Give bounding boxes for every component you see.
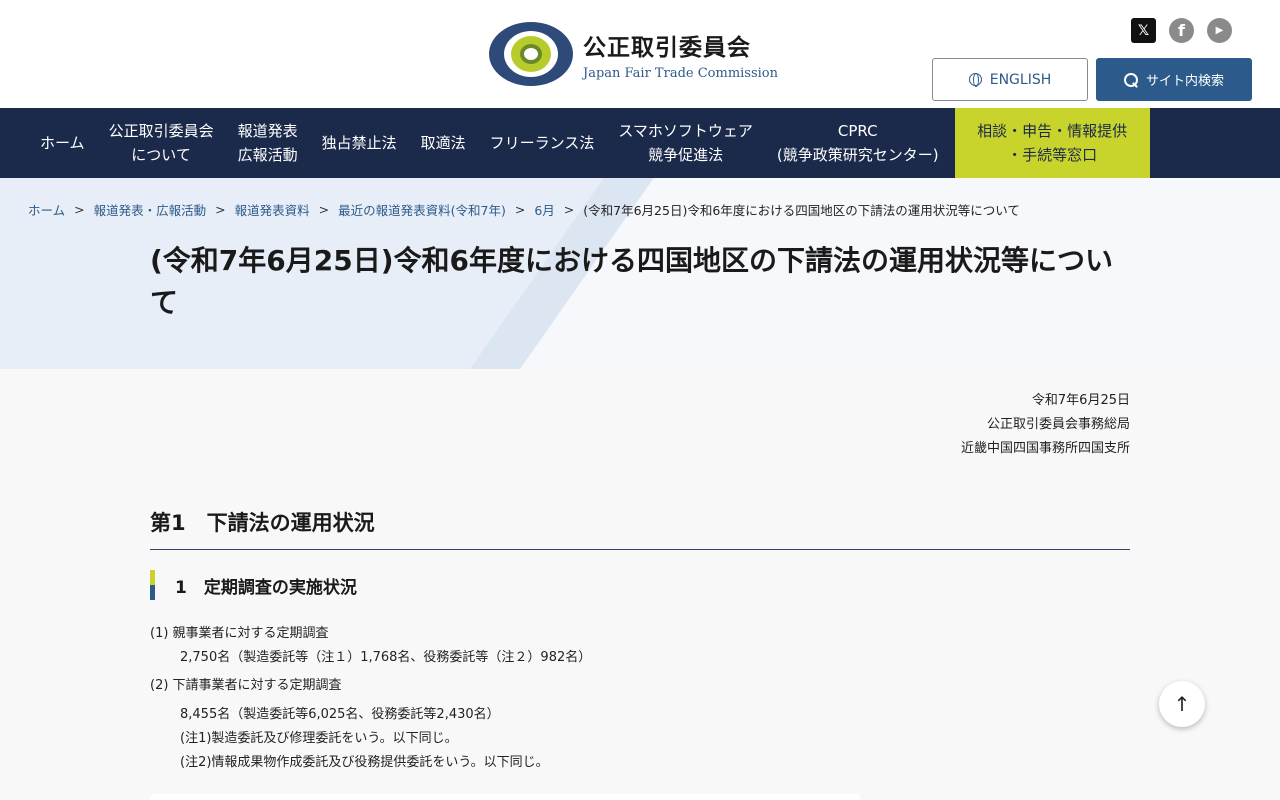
nav-item-torihiki[interactable]: 取適法 xyxy=(409,108,478,178)
paragraph-sub-survey: (2) 下請事業者に対する定期調査 8,455名（製造委託等6,025名、役務委… xyxy=(150,674,549,775)
site-logo[interactable]: 公正取引委員会 Japan Fair Trade Commission xyxy=(489,22,778,86)
nav-item-about[interactable]: 公正取引委員会 について xyxy=(97,108,226,178)
x-icon[interactable]: 𝕏 xyxy=(1131,18,1156,43)
breadcrumb: ホーム > 報道発表・広報活動 > 報道発表資料 > 最近の報道発表資料(令和7… xyxy=(28,200,1020,219)
para-body: 8,455名（製造委託等6,025名、役務委託等2,430名） xyxy=(180,707,500,722)
para-title: (1) 親事業者に対する定期調査 xyxy=(150,626,329,641)
youtube-icon[interactable]: ▶ xyxy=(1207,18,1232,43)
site-search-button[interactable]: サイト内検索 xyxy=(1096,58,1252,101)
main-content: 令和7年6月25日 公正取引委員会事務総局 近畿中国四国事務所四国支所 第1 下… xyxy=(0,369,1280,800)
site-header: 公正取引委員会 Japan Fair Trade Commission 𝕏 f … xyxy=(0,0,1280,108)
doc-office: 近畿中国四国事務所四国支所 xyxy=(960,441,1130,456)
doc-org: 公正取引委員会事務総局 xyxy=(986,417,1130,432)
logo-title-ja: 公正取引委員会 xyxy=(583,34,751,61)
heading-accent-bar xyxy=(150,570,155,600)
nav-item-smartphone[interactable]: スマホソフトウェア 競争促進法 xyxy=(606,108,765,178)
document-meta: 令和7年6月25日 公正取引委員会事務総局 近畿中国四国事務所四国支所 xyxy=(961,389,1130,461)
globe-icon xyxy=(968,73,982,87)
global-nav: ホーム 公正取引委員会 について 報道発表 広報活動 独占禁止法 取適法 フリー… xyxy=(0,108,1280,178)
jftc-emblem-icon xyxy=(489,22,573,86)
nav-item-press[interactable]: 報道発表 広報活動 xyxy=(226,108,310,178)
search-icon xyxy=(1123,72,1138,87)
breadcrumb-link[interactable]: 報道発表・広報活動 xyxy=(94,200,207,219)
nav-item-antimonopoly[interactable]: 独占禁止法 xyxy=(310,108,409,178)
breadcrumb-link[interactable]: 最近の報道発表資料(令和7年) xyxy=(338,200,506,219)
breadcrumb-link[interactable]: 6月 xyxy=(534,200,554,219)
para-body: 2,750名（製造委託等（注１）1,768名、役務委託等（注２）982名） xyxy=(180,650,592,665)
breadcrumb-link[interactable]: 報道発表資料 xyxy=(235,200,310,219)
english-button[interactable]: ENGLISH xyxy=(932,58,1088,101)
note-1: (注1)製造委託及び修理委託をいう。以下同じ。 xyxy=(180,731,458,746)
breadcrumb-link[interactable]: ホーム xyxy=(28,200,65,219)
para-title: (2) 下請事業者に対する定期調査 xyxy=(150,678,342,693)
content-card xyxy=(150,794,860,800)
paragraph-parent-survey: (1) 親事業者に対する定期調査 2,750名（製造委託等（注１）1,768名、… xyxy=(150,622,591,670)
social-links: 𝕏 f ▶ xyxy=(1131,18,1232,43)
nav-item-cprc[interactable]: CPRC (競争政策研究センター) xyxy=(765,108,951,178)
breadcrumb-current: (令和7年6月25日)令和6年度における四国地区の下請法の運用状況等について xyxy=(583,203,1020,218)
site-search-label: サイト内検索 xyxy=(1145,74,1224,89)
nav-item-home[interactable]: ホーム xyxy=(28,108,97,178)
logo-title-en: Japan Fair Trade Commission xyxy=(583,65,778,81)
sub-heading-text: 1 定期調査の実施状況 xyxy=(175,577,357,598)
sub-heading: 1 定期調査の実施状況 xyxy=(150,570,357,600)
english-label: ENGLISH xyxy=(989,71,1052,88)
arrow-up-icon: ↑ xyxy=(1173,692,1191,716)
page-title: (令和7年6月25日)令和6年度における四国地区の下請法の運用状況等について xyxy=(150,244,1114,319)
doc-date: 令和7年6月25日 xyxy=(1031,393,1130,408)
nav-item-freelance[interactable]: フリーランス法 xyxy=(478,108,607,178)
facebook-icon[interactable]: f xyxy=(1169,18,1194,43)
note-2: (注2)情報成果物作成委託及び役務提供委託をいう。以下同じ。 xyxy=(180,755,549,770)
page-hero: ホーム > 報道発表・広報活動 > 報道発表資料 > 最近の報道発表資料(令和7… xyxy=(0,178,1280,369)
section-heading: 第1 下請法の運用状況 xyxy=(150,507,1130,550)
scroll-to-top-button[interactable]: ↑ xyxy=(1159,681,1205,727)
nav-item-consultation[interactable]: 相談・申告・情報提供 ・手続等窓口 xyxy=(954,108,1150,178)
